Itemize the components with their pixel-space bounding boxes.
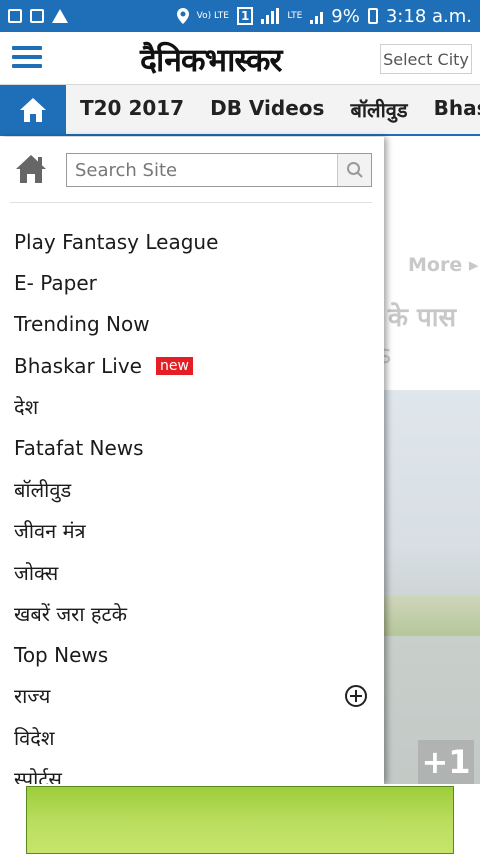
menu-item-label: Fatafat News	[14, 436, 144, 461]
menu-item-label: देश	[14, 395, 39, 420]
menu-item-trending[interactable]: Trending Now	[14, 304, 374, 345]
app-header: दैनिकभास्कर Select City	[0, 32, 480, 84]
battery-percent: 9%	[331, 5, 360, 27]
headline-fragment[interactable]: के पास	[388, 298, 456, 334]
nav-item-t20[interactable]: T20 2017	[80, 96, 184, 123]
status-right: Vo) LTE 1 LTE 9% 3:18 a.m.	[176, 5, 472, 27]
menu-item-label: जोक्स	[14, 560, 59, 585]
menu-icon[interactable]	[12, 46, 42, 70]
menu-item-rajya[interactable]: राज्य	[14, 675, 374, 716]
menu-item-label: विदेश	[14, 725, 55, 750]
home-icon	[16, 155, 46, 183]
warning-notification-icon	[52, 9, 68, 23]
signal-icon	[261, 8, 280, 24]
news-image[interactable]	[384, 390, 480, 784]
menu-item-bollywood[interactable]: बॉलीवुड	[14, 469, 374, 510]
menu-item-desh[interactable]: देश	[14, 386, 374, 427]
menu-item-fantasy-league[interactable]: Play Fantasy League	[14, 221, 374, 262]
expand-plus-icon[interactable]	[344, 684, 368, 708]
search-icon	[346, 162, 363, 178]
more-link[interactable]: More ▸	[408, 254, 478, 276]
status-left	[8, 9, 68, 23]
menu-item-label: स्पोर्ट्स	[14, 767, 62, 784]
ad-banner[interactable]	[26, 786, 454, 854]
menu-item-jokes[interactable]: जोक्स	[14, 551, 374, 592]
menu-item-label: Trending Now	[14, 312, 150, 337]
nav-item-bhaskar[interactable]: Bhask	[434, 96, 480, 123]
volte-indicator: Vo) LTE	[196, 10, 229, 21]
status-bar: Vo) LTE 1 LTE 9% 3:18 a.m.	[0, 0, 480, 32]
location-icon	[176, 8, 189, 24]
lte-indicator: LTE	[287, 10, 303, 21]
category-nav: T20 2017 DB Videos बॉलीवुड Bhask	[0, 84, 480, 136]
menu-item-khabre-zara-hatke[interactable]: खबरें जरा हटके	[14, 593, 374, 634]
search-box	[66, 153, 372, 187]
menu-item-label: Bhaskar Live	[14, 353, 142, 378]
home-icon	[20, 97, 46, 122]
sim-icon: 1	[236, 7, 254, 25]
gallery-notification-icon	[8, 9, 22, 23]
search-input[interactable]	[67, 154, 337, 186]
menu-item-sports[interactable]: स्पोर्ट्स	[14, 758, 374, 784]
nav-item-db-videos[interactable]: DB Videos	[210, 96, 324, 123]
message-notification-icon	[30, 9, 44, 23]
drawer-home-button[interactable]	[14, 153, 48, 189]
menu-item-label: बॉलीवुड	[14, 477, 72, 502]
menu-item-label: Play Fantasy League	[14, 229, 219, 254]
search-button[interactable]	[337, 154, 371, 186]
nav-home-button[interactable]	[0, 85, 66, 134]
divider	[10, 202, 372, 203]
menu-item-label: जीवन मंत्र	[14, 519, 86, 544]
new-badge: new	[155, 356, 193, 375]
menu-item-bhaskar-live[interactable]: Bhaskar Live new	[14, 345, 374, 386]
side-drawer: Play Fantasy League E- Paper Trending No…	[0, 137, 384, 784]
news-image-detail	[384, 596, 480, 636]
brand-logo[interactable]: दैनिकभास्कर	[140, 38, 283, 81]
menu-item-label: E- Paper	[14, 270, 97, 295]
battery-icon	[367, 8, 378, 24]
menu-item-jeevan-mantra[interactable]: जीवन मंत्र	[14, 510, 374, 551]
drawer-menu: Play Fantasy League E- Paper Trending No…	[14, 221, 374, 784]
menu-item-top-news[interactable]: Top News	[14, 634, 374, 675]
nav-item-bollywood[interactable]: बॉलीवुड	[350, 96, 407, 123]
select-city-dropdown[interactable]: Select City	[380, 44, 472, 74]
menu-item-videsh[interactable]: विदेश	[14, 717, 374, 758]
menu-item-label: खबरें जरा हटके	[14, 601, 127, 626]
menu-item-label: राज्य	[14, 684, 51, 709]
menu-item-label: Top News	[14, 642, 109, 667]
menu-item-fatafat-news[interactable]: Fatafat News	[14, 427, 374, 468]
drawer-search-row	[0, 137, 384, 203]
nav-items: T20 2017 DB Videos बॉलीवुड Bhask	[66, 96, 480, 123]
signal-strength-icon	[310, 8, 324, 24]
menu-item-epaper[interactable]: E- Paper	[14, 262, 374, 303]
clock: 3:18 a.m.	[385, 5, 472, 27]
image-count-badge[interactable]: +1	[418, 740, 474, 784]
